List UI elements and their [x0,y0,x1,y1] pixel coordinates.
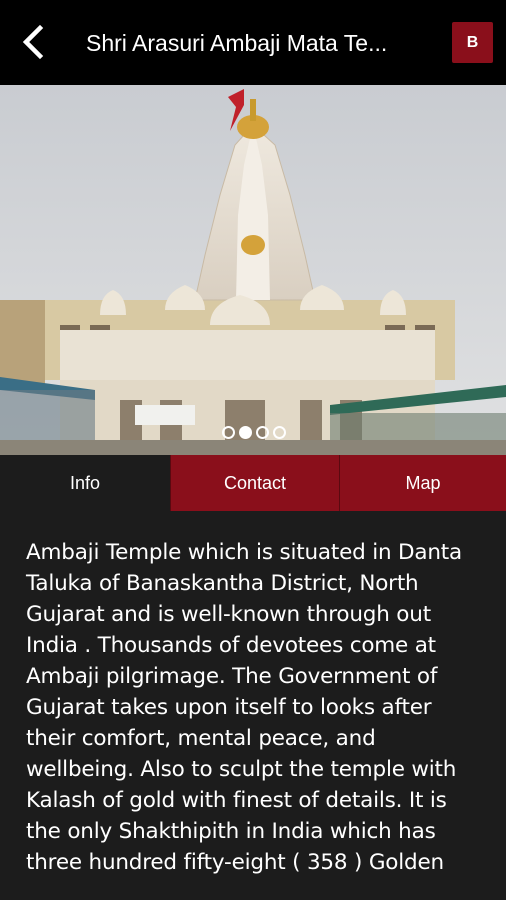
carousel-indicator [222,426,286,439]
carousel-dot[interactable] [222,426,235,439]
app-bar: Shri Arasuri Ambaji Mata Te... B [0,0,506,85]
page-title: Shri Arasuri Ambaji Mata Te... [86,30,388,56]
tab-bar: Info Contact Map [0,455,506,511]
chevron-left-icon [22,24,44,60]
tab-map[interactable]: Map [339,455,506,511]
photo-carousel[interactable] [0,85,506,455]
carousel-dot[interactable] [256,426,269,439]
carousel-dot[interactable] [273,426,286,439]
tab-info[interactable]: Info [0,455,170,511]
temple-photo [0,85,506,455]
back-button[interactable] [14,22,54,62]
tab-contact[interactable]: Contact [170,455,339,511]
carousel-dot-active[interactable] [239,426,252,439]
info-description: Ambaji Temple which is situated in Danta… [26,540,463,875]
bookmark-button[interactable]: B [452,22,493,63]
